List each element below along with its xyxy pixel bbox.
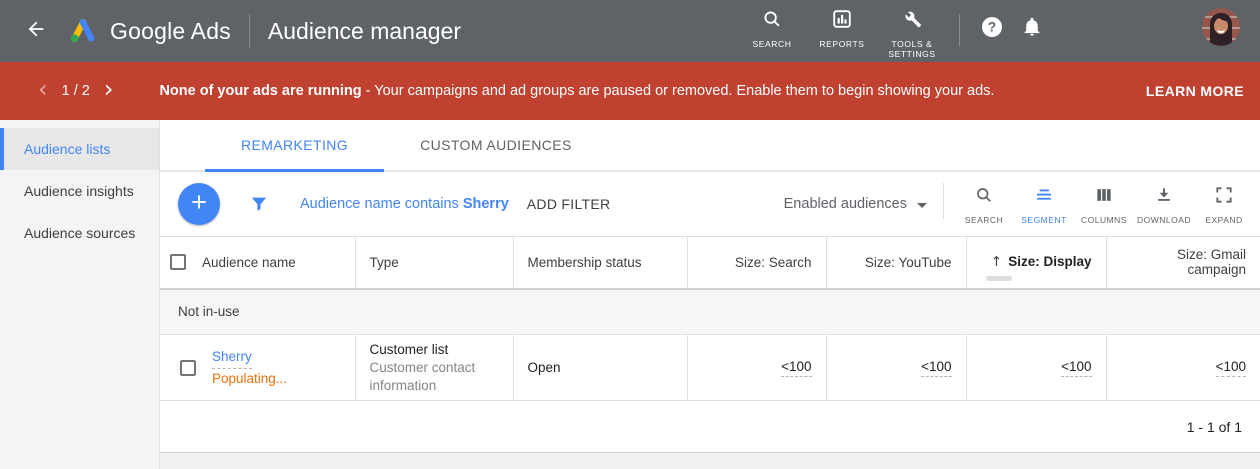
table-search-button[interactable]: SEARCH [954, 183, 1014, 225]
column-header-type[interactable]: Type [355, 237, 513, 289]
content-area: REMARKETING CUSTOM AUDIENCES + Audience … [160, 120, 1260, 469]
notifications-button[interactable] [1012, 8, 1052, 52]
content-footer-area [160, 453, 1260, 469]
expand-icon [1214, 185, 1234, 210]
question-circle-icon: ? [980, 15, 1004, 44]
search-icon [974, 185, 994, 210]
column-header-size-gmail[interactable]: Size: Gmail campaign [1106, 237, 1260, 289]
chevron-down-icon [917, 203, 927, 208]
tab-bar: REMARKETING CUSTOM AUDIENCES [160, 120, 1260, 172]
column-header-audience-name[interactable]: Audience name [160, 237, 355, 289]
alert-page-indicator: 1 / 2 [62, 83, 90, 99]
segment-icon [1034, 185, 1054, 210]
toolbar-divider [943, 183, 944, 219]
table-header-row: Audience name Type Membership status Siz… [160, 237, 1260, 289]
account-avatar[interactable] [1202, 8, 1240, 46]
search-icon [761, 8, 783, 35]
learn-more-link[interactable]: LEARN MORE [1146, 83, 1244, 99]
google-ads-logo-icon[interactable] [66, 16, 100, 46]
top-app-bar: Google Ads Audience manager SEARCH REPOR… [0, 0, 1260, 62]
topbar-search-button[interactable]: SEARCH [739, 8, 805, 49]
group-label: Not in-use [160, 289, 1260, 335]
svg-text:?: ? [988, 20, 996, 35]
audience-view-select[interactable]: Enabled audiences [784, 196, 927, 212]
back-button[interactable] [18, 13, 54, 49]
type-cell: Customer list Customer contact informati… [355, 335, 513, 401]
populating-status: Populating... [212, 369, 287, 389]
pagination: 1 - 1 of 1 [160, 401, 1260, 453]
select-all-checkbox[interactable] [170, 254, 186, 270]
table-columns-button[interactable]: COLUMNS [1074, 183, 1134, 225]
audience-name-link[interactable]: Sherry [212, 347, 252, 369]
table-group-row: Not in-use [160, 289, 1260, 335]
audience-table: Audience name Type Membership status Siz… [160, 236, 1260, 401]
topbar-divider [249, 14, 250, 48]
sidebar-item-audience-lists[interactable]: Audience lists [0, 128, 159, 170]
horizontal-scrollbar-thumb[interactable] [986, 276, 1012, 281]
tab-remarketing[interactable]: REMARKETING [205, 120, 384, 170]
topbar-divider [959, 14, 960, 46]
column-header-size-youtube[interactable]: Size: YouTube [826, 237, 966, 289]
arrow-back-icon [25, 18, 47, 45]
size-search-cell: <100 [687, 335, 826, 401]
table-toolbar: + Audience name contains Sherry ADD FILT… [160, 172, 1260, 236]
page-title: Audience manager [268, 18, 461, 45]
pagination-range: 1 - 1 of 1 [1187, 419, 1242, 435]
bar-chart-icon [831, 8, 853, 35]
filter-icon[interactable] [248, 193, 270, 215]
chevron-right-icon[interactable]: › [90, 79, 128, 103]
column-header-membership-status[interactable]: Membership status [513, 237, 687, 289]
sort-ascending-icon: ↑ [991, 254, 1002, 270]
table-expand-button[interactable]: EXPAND [1194, 183, 1254, 225]
topbar-reports-button[interactable]: REPORTS [809, 8, 875, 49]
sidebar-item-audience-insights[interactable]: Audience insights [0, 170, 159, 212]
table-row: Sherry Populating... Customer list Custo… [160, 335, 1260, 401]
size-display-cell: <100 [966, 335, 1106, 401]
wrench-icon [901, 8, 923, 35]
column-header-size-search[interactable]: Size: Search [687, 237, 826, 289]
download-icon [1154, 185, 1174, 210]
add-filter-button[interactable]: ADD FILTER [527, 196, 611, 212]
size-gmail-cell: <100 [1106, 335, 1260, 401]
alert-message: None of your ads are running - Your camp… [159, 83, 994, 99]
sidebar: Audience lists Audience insights Audienc… [0, 120, 160, 469]
alert-pager: ‹ 1 / 2 › [24, 79, 127, 103]
audience-name-cell: Sherry Populating... [160, 335, 355, 401]
table-download-button[interactable]: DOWNLOAD [1134, 183, 1194, 225]
table-segment-button[interactable]: SEGMENT [1014, 183, 1074, 225]
active-filter-chip[interactable]: Audience name contains Sherry [300, 196, 509, 212]
membership-status-cell: Open [513, 335, 687, 401]
help-button[interactable]: ? [972, 8, 1012, 52]
active-indicator-bar [0, 128, 4, 170]
topbar-tools-settings-button[interactable]: TOOLS & SETTINGS [879, 8, 945, 59]
brand-name: Google Ads [110, 18, 231, 45]
sidebar-item-audience-sources[interactable]: Audience sources [0, 212, 159, 254]
bell-icon [1021, 16, 1043, 43]
tab-custom-audiences[interactable]: CUSTOM AUDIENCES [384, 120, 608, 170]
add-audience-button[interactable]: + [178, 183, 220, 225]
alert-banner: ‹ 1 / 2 › None of your ads are running -… [0, 62, 1260, 120]
size-youtube-cell: <100 [826, 335, 966, 401]
chevron-left-icon[interactable]: ‹ [24, 79, 62, 103]
row-checkbox[interactable] [180, 360, 196, 376]
columns-icon [1094, 185, 1114, 210]
